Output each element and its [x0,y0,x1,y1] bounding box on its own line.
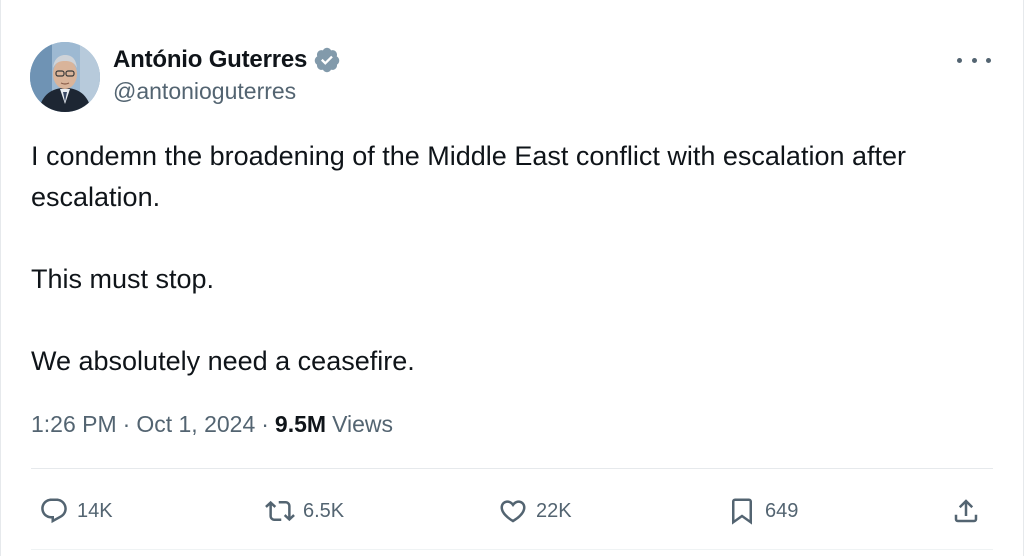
repost-count: 6.5K [303,499,345,522]
avatar-image [30,42,100,112]
action-bar: 14K 6.5K 22K 649 [1,488,1024,534]
more-dot [971,57,977,63]
tweet-paragraph: I condemn the broadening of the Middle E… [31,141,907,212]
bookmark-count: 649 [765,499,799,522]
author-display-name[interactable]: António Guterres [113,46,307,74]
author-handle[interactable]: @antonioguterres [113,78,296,105]
tweet-text: I condemn the broadening of the Middle E… [31,136,991,382]
divider [31,468,993,469]
tweet-paragraph: We absolutely need a ceasefire. [31,346,415,376]
reply-count: 14K [77,499,113,522]
more-dot [957,57,962,63]
tweet-date[interactable]: Oct 1, 2024 [136,411,255,438]
meta-separator: · [122,410,131,437]
bookmark-icon [727,496,757,526]
like-count: 22K [536,499,572,522]
repost-icon [265,496,295,526]
bookmark-button[interactable]: 649 [727,488,798,534]
share-button[interactable] [951,488,981,534]
tweet-meta: 1:26 PM · Oct 1, 2024 · 9.5M Views [31,406,393,442]
tweet-paragraph: This must stop. [31,264,215,294]
avatar[interactable] [30,42,100,112]
views-count[interactable]: 9.5M [275,411,326,438]
more-options-icon[interactable] [957,50,991,70]
like-button[interactable]: 22K [498,488,572,534]
tweet-card: António Guterres @antonioguterres I cond… [0,0,1024,556]
views-label[interactable]: Views [332,411,393,438]
reply-icon [39,496,69,526]
bottom-divider [31,549,993,550]
share-icon [951,496,981,526]
reply-button[interactable]: 14K [39,488,113,534]
more-dot [986,57,991,63]
author-name-row: António Guterres [113,44,341,76]
meta-separator: · [261,410,269,437]
tweet-time[interactable]: 1:26 PM [31,411,117,438]
repost-button[interactable]: 6.5K [265,488,344,534]
verified-badge-icon[interactable] [313,46,341,74]
heart-icon [498,496,528,526]
